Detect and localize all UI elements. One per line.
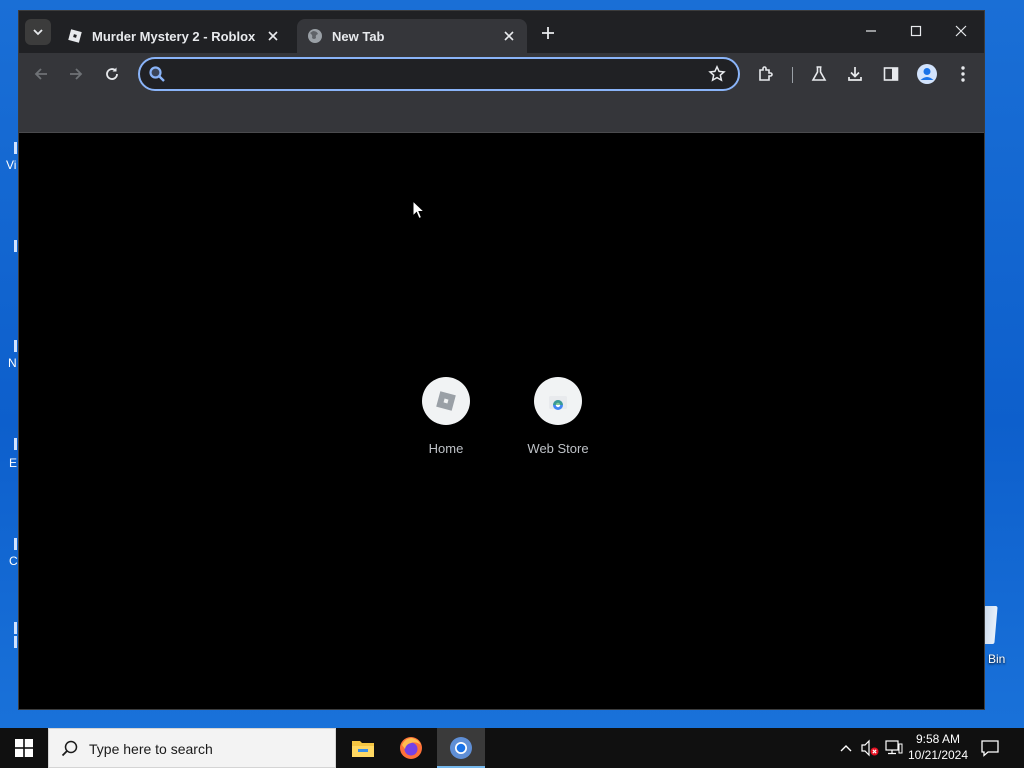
mouse-cursor-icon (412, 200, 426, 220)
clock-time: 9:58 AM (915, 732, 961, 746)
tab-title: New Tab (332, 28, 385, 44)
address-bar[interactable] (138, 57, 740, 91)
system-clock[interactable]: 9:58 AM 10/21/2024 (904, 731, 972, 763)
tab-strip: Murder Mystery 2 - Roblox New Tab (19, 11, 984, 53)
shortcut-label: Web Store (527, 441, 589, 456)
desktop-icon-fragment (14, 240, 17, 252)
close-window-button[interactable] (941, 15, 981, 47)
reload-icon (106, 67, 118, 80)
chevron-down-icon (33, 29, 43, 36)
minimize-icon (866, 30, 876, 32)
bookmark-star-icon[interactable] (708, 65, 726, 83)
profile-button[interactable] (915, 62, 939, 86)
windows-logo-icon (15, 739, 33, 757)
desktop-icon-fragment (14, 438, 17, 450)
search-placeholder: Type here to search (89, 741, 213, 757)
firefox-icon (400, 737, 422, 759)
labs-button[interactable] (807, 62, 831, 86)
forward-icon (70, 68, 83, 80)
plus-icon (542, 27, 554, 39)
forward-button[interactable] (64, 62, 88, 86)
shortcut-tile (534, 377, 582, 425)
address-input[interactable] (172, 63, 696, 87)
search-icon (61, 740, 78, 757)
menu-icon (961, 66, 965, 82)
file-explorer-icon (352, 741, 374, 757)
tab-title: Murder Mystery 2 - Roblox (92, 28, 256, 44)
download-icon (848, 67, 862, 81)
desktop-icon-fragment (14, 622, 17, 634)
downloads-button[interactable] (843, 62, 867, 86)
maximize-icon (910, 25, 922, 37)
side-panel-icon (883, 67, 899, 81)
chrome-web-store-icon (549, 396, 567, 410)
chrome-icon (450, 737, 472, 759)
side-panel-button[interactable] (879, 62, 903, 86)
taskbar: Type here to search 9:58 AM 10/21/2024 (0, 728, 1024, 768)
reload-button[interactable] (100, 62, 124, 86)
extensions-button[interactable] (754, 62, 778, 86)
taskbar-file-explorer[interactable] (339, 728, 387, 768)
new-tab-button[interactable] (537, 22, 559, 44)
shortcut-label: Home (428, 441, 464, 456)
recycle-bin-label: Bin (988, 652, 1006, 666)
globe-favicon (307, 28, 323, 44)
volume-muted-icon (861, 739, 879, 757)
taskbar-firefox[interactable] (387, 728, 435, 768)
tab-murder-mystery[interactable]: Murder Mystery 2 - Roblox (57, 19, 291, 53)
desktop-label-fragment: E (9, 456, 18, 470)
network-icon (885, 740, 903, 755)
desktop-label-fragment: N (8, 356, 17, 370)
notification-icon (981, 740, 999, 757)
volume-button[interactable] (860, 738, 880, 758)
back-button[interactable] (29, 62, 53, 86)
tab-new-tab[interactable]: New Tab (297, 19, 527, 53)
extensions-icon (759, 66, 773, 81)
desktop-icon-fragment (14, 636, 17, 648)
desktop-icon-fragment (14, 340, 17, 352)
desktop-label-fragment: Vi (6, 158, 17, 172)
tab-search-button[interactable] (25, 19, 51, 45)
shortcut-home[interactable]: Home (398, 377, 494, 456)
taskbar-chrome[interactable] (437, 728, 485, 768)
roblox-icon (436, 391, 456, 411)
menu-button[interactable] (951, 62, 975, 86)
taskbar-search-box[interactable]: Type here to search (48, 728, 336, 768)
shortcut-web-store[interactable]: Web Store (510, 377, 606, 456)
chevron-up-icon (840, 745, 852, 752)
desktop-icon-fragment (14, 142, 17, 154)
show-hidden-icons-button[interactable] (836, 738, 856, 758)
bookmarks-bar (19, 95, 984, 133)
browser-window: Murder Mystery 2 - Roblox New Tab Home W… (18, 10, 985, 710)
search-icon (149, 66, 165, 82)
desktop-icon-fragment (14, 538, 17, 550)
desktop-label-fragment: C (9, 554, 18, 568)
roblox-favicon (67, 28, 83, 44)
start-button[interactable] (0, 728, 48, 768)
labs-icon (811, 66, 827, 81)
network-button[interactable] (884, 738, 904, 758)
profile-icon (917, 64, 937, 84)
shortcut-tile (422, 377, 470, 425)
close-tab-icon[interactable] (265, 28, 281, 44)
close-tab-icon[interactable] (501, 28, 517, 44)
toolbar-separator (792, 67, 793, 83)
maximize-button[interactable] (896, 15, 936, 47)
back-icon (34, 68, 47, 80)
new-tab-page: Home Web Store (19, 133, 984, 709)
close-icon (955, 25, 967, 37)
clock-date: 10/21/2024 (907, 748, 969, 762)
action-center-button[interactable] (980, 738, 1002, 758)
minimize-button[interactable] (851, 15, 891, 47)
toolbar (19, 53, 984, 95)
